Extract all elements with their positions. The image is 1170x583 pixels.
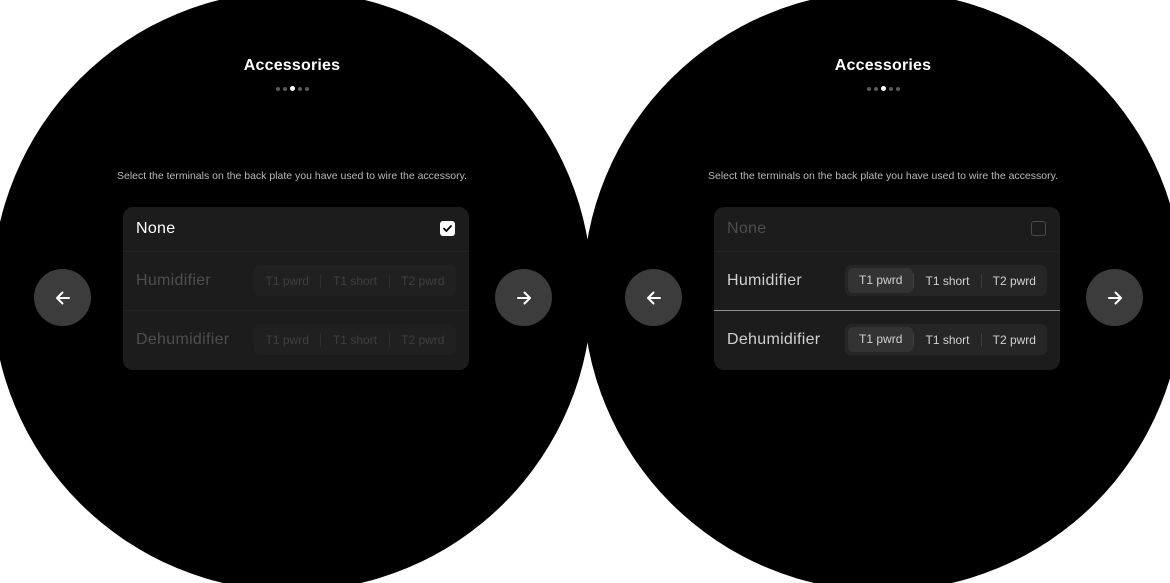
terminal-option-t1-pwrd[interactable]: T1 pwrd xyxy=(848,327,914,352)
dehumidifier-terminal-selector[interactable]: T1 pwrd T1 short T2 pwrd xyxy=(254,324,456,355)
none-checkbox[interactable] xyxy=(1031,221,1046,236)
terminal-option-t1-pwrd[interactable]: T1 pwrd xyxy=(848,268,914,293)
instructions-text: Select the terminals on the back plate y… xyxy=(117,170,467,182)
terminal-option-t1-short[interactable]: T1 short xyxy=(321,333,388,347)
terminal-option-t2-pwrd[interactable]: T2 pwrd xyxy=(982,274,1047,288)
page-dot xyxy=(282,86,287,91)
page-title: Accessories xyxy=(243,57,341,74)
page-dot xyxy=(895,86,900,91)
page-dot xyxy=(866,86,871,91)
humidifier-row: Humidifier T1 pwrd T1 short T2 pwrd xyxy=(714,251,1060,311)
humidifier-label: Humidifier xyxy=(136,272,212,289)
checkmark-icon xyxy=(443,225,452,232)
terminal-option-t1-pwrd[interactable]: T1 pwrd xyxy=(254,274,320,288)
page-dot xyxy=(304,86,309,91)
page-indicator xyxy=(0,86,592,91)
humidifier-terminal-selector[interactable]: T1 pwrd T1 short T2 pwrd xyxy=(254,265,456,296)
arrow-left-icon xyxy=(646,291,661,304)
back-button[interactable] xyxy=(34,269,91,326)
dehumidifier-label: Dehumidifier xyxy=(136,331,230,348)
page-indicator xyxy=(583,86,1170,91)
page-dot xyxy=(275,86,280,91)
page-title: Accessories xyxy=(834,57,932,74)
next-button[interactable] xyxy=(495,269,552,326)
none-label: None xyxy=(727,220,767,237)
none-row[interactable]: None xyxy=(714,207,1060,251)
none-checkbox[interactable] xyxy=(440,221,455,236)
dehumidifier-label: Dehumidifier xyxy=(727,331,821,348)
humidifier-row: Humidifier T1 pwrd T1 short T2 pwrd xyxy=(123,251,469,311)
dehumidifier-row: Dehumidifier T1 pwrd T1 short T2 pwrd xyxy=(123,310,469,371)
terminal-option-t1-short[interactable]: T1 short xyxy=(321,274,388,288)
accessory-card: None Humidifier T1 pwrd T1 short T2 pwrd xyxy=(123,207,469,370)
terminal-option-t1-short[interactable]: T1 short xyxy=(914,333,980,347)
dehumidifier-terminal-selector[interactable]: T1 pwrd T1 short T2 pwrd xyxy=(845,324,1047,355)
accessory-card: None Humidifier T1 pwrd T1 short T2 pwrd… xyxy=(714,207,1060,370)
terminal-option-t1-pwrd[interactable]: T1 pwrd xyxy=(254,333,320,347)
thermostat-screen-right: Accessories Select the terminals on the … xyxy=(583,0,1170,583)
humidifier-terminal-selector[interactable]: T1 pwrd T1 short T2 pwrd xyxy=(845,265,1047,296)
arrow-right-icon xyxy=(1107,291,1122,304)
page-dot-active xyxy=(880,86,886,91)
arrow-left-icon xyxy=(55,291,70,304)
page-dot xyxy=(297,86,302,91)
terminal-option-t2-pwrd[interactable]: T2 pwrd xyxy=(982,333,1047,347)
arrow-right-icon xyxy=(516,291,531,304)
humidifier-label: Humidifier xyxy=(727,272,803,289)
dehumidifier-row: Dehumidifier T1 pwrd T1 short T2 pwrd xyxy=(714,310,1060,371)
none-label: None xyxy=(136,220,176,237)
thermostat-screen-left: Accessories Select the terminals on the … xyxy=(0,0,592,583)
instructions-text: Select the terminals on the back plate y… xyxy=(708,170,1058,182)
terminal-option-t2-pwrd[interactable]: T2 pwrd xyxy=(390,274,456,288)
page-dot-active xyxy=(289,86,295,91)
back-button[interactable] xyxy=(625,269,682,326)
next-button[interactable] xyxy=(1086,269,1143,326)
stage: Accessories Select the terminals on the … xyxy=(0,0,1170,583)
terminal-option-t1-short[interactable]: T1 short xyxy=(914,274,980,288)
none-row[interactable]: None xyxy=(123,207,469,251)
terminal-option-t2-pwrd[interactable]: T2 pwrd xyxy=(390,333,456,347)
page-dot xyxy=(873,86,878,91)
page-dot xyxy=(888,86,893,91)
